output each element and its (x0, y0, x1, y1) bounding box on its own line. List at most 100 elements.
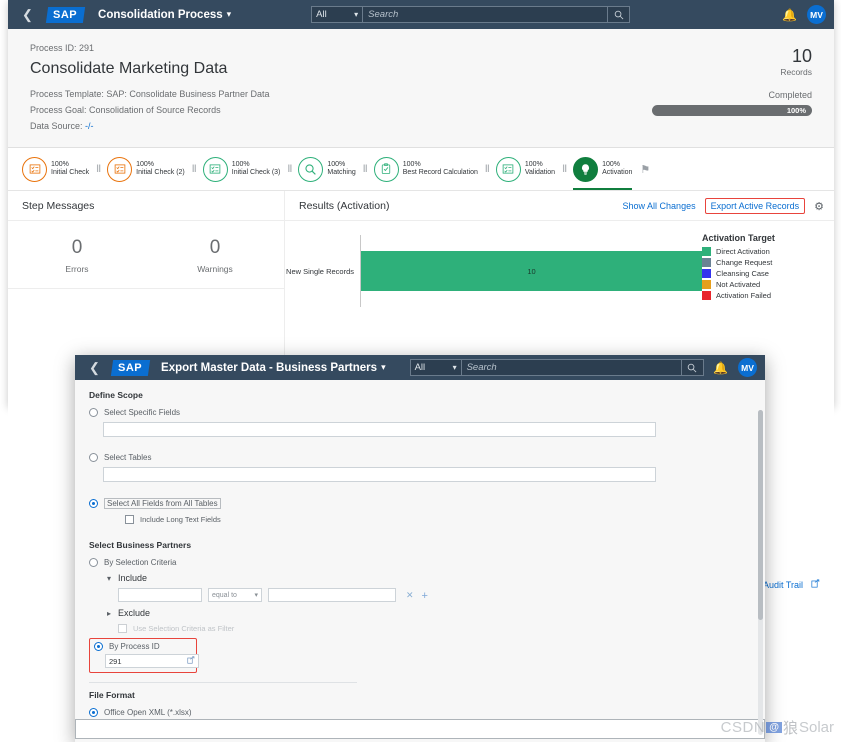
radio-by-process-id[interactable]: By Process ID (94, 642, 191, 651)
kpi-warnings-label: Warnings (197, 264, 233, 274)
legend-label: Cleansing Case (716, 269, 769, 278)
specific-fields-input[interactable] (103, 422, 656, 437)
records-label: Records (780, 67, 812, 77)
radio-select-specific-fields[interactable]: Select Specific Fields (89, 408, 751, 417)
chevron-down-icon: ▾ (354, 10, 359, 19)
bell-icon[interactable]: 🔔 (782, 8, 797, 22)
shellbar-title[interactable]: Consolidation Process ▾ (98, 9, 231, 21)
process-step-matching[interactable]: 100% Matching (298, 148, 356, 190)
legend-item[interactable]: Change Request (702, 258, 814, 267)
legend-title: Activation Target (702, 233, 775, 243)
dialog-shellbar-title[interactable]: Export Master Data - Business Partners ▾ (161, 362, 386, 374)
value-help-icon[interactable] (187, 656, 195, 666)
step-separator: ‖ (96, 163, 101, 175)
process-id-input[interactable]: 291 (105, 654, 199, 668)
select-business-partners-title: Select Business Partners (89, 540, 192, 550)
kpi-warnings[interactable]: 0 Warnings (146, 237, 284, 274)
step-name: Initial Check (2) (136, 169, 185, 176)
export-active-records-button[interactable]: Export Active Records (704, 198, 806, 214)
external-link-icon[interactable] (811, 579, 820, 591)
dialog-search-input[interactable]: Search (461, 359, 682, 376)
step-percent: 100% (602, 160, 620, 168)
shellbar-search: All ▾ Search (311, 6, 631, 23)
step-percent: 100% (327, 160, 346, 168)
legend-item[interactable]: Direct Activation (702, 247, 814, 256)
radio-select-tables[interactable]: Select Tables (89, 453, 751, 462)
checkbox-box (118, 624, 127, 633)
radio-label: By Selection Criteria (104, 558, 177, 567)
step-text: 100% Validation (525, 161, 555, 177)
radio-by-selection-criteria[interactable]: By Selection Criteria (89, 558, 751, 567)
legend-item[interactable]: Cleansing Case (702, 269, 814, 278)
process-step-initial-check-3[interactable]: 100% Initial Check (3) (202, 148, 280, 190)
dialog-search-scope-select[interactable]: All ▾ (409, 359, 462, 376)
criteria-field-input[interactable] (118, 588, 202, 602)
legend-item[interactable]: Not Activated (702, 280, 814, 289)
legend-swatch (702, 291, 711, 300)
show-all-changes-link[interactable]: Show All Changes (623, 201, 696, 211)
checkbox-include-long-text[interactable]: Include Long Text Fields (125, 515, 751, 524)
legend-item[interactable]: Activation Failed (702, 291, 814, 300)
search-icon[interactable] (608, 6, 631, 23)
legend-swatch (702, 247, 711, 256)
sap-logo[interactable]: SAP (110, 359, 151, 376)
shellbar-right: 🔔 MV (782, 5, 826, 24)
legend-swatch (702, 269, 711, 278)
criteria-value-input[interactable] (268, 588, 396, 602)
clipboard-check-icon (373, 156, 399, 182)
process-step-validation[interactable]: 100% Validation (495, 148, 555, 190)
radio-label: Select All Fields from All Tables (104, 498, 221, 509)
include-group-header[interactable]: ▾ Include (107, 573, 751, 583)
results-title: Results (Activation) (299, 200, 390, 212)
checklist-icon (22, 156, 47, 182)
dialog-search: All ▾ Search (409, 359, 704, 376)
process-step-initial-check[interactable]: 100% Initial Check (22, 148, 89, 190)
data-source-value[interactable]: -/- (85, 121, 94, 131)
checkbox-box (125, 515, 134, 524)
watermark-prefix: CSDN (720, 719, 766, 736)
tables-input[interactable] (103, 467, 656, 482)
kpi-errors-label: Errors (65, 264, 89, 274)
checkbox-use-criteria-as-filter: Use Selection Criteria as Filter (118, 624, 751, 633)
plus-icon[interactable]: + (422, 590, 428, 602)
checkbox-label: Include Long Text Fields (140, 515, 221, 524)
sap-logo-text: SAP (117, 361, 143, 374)
dialog-scrollbar-thumb[interactable] (758, 410, 763, 620)
search-input[interactable]: Search (363, 6, 609, 23)
search-scope-select[interactable]: All ▾ (311, 6, 364, 23)
radio-button (89, 408, 98, 417)
sap-logo[interactable]: SAP (45, 6, 86, 23)
back-icon[interactable]: ❮ (83, 360, 106, 376)
avatar[interactable]: MV (738, 358, 757, 377)
progress-bar: 100% (652, 105, 812, 116)
step-percent: 100% (51, 160, 69, 168)
step-percent: 100% (524, 160, 543, 168)
step-text: 100% Best Record Calculation (403, 161, 478, 177)
chart-bar-new-single-records[interactable]: 10 (361, 251, 702, 291)
radio-file-format-xlsx[interactable]: Office Open XML (*.xlsx) (89, 708, 751, 717)
radio-select-all-fields[interactable]: Select All Fields from All Tables (89, 498, 751, 509)
dialog-scrollbar[interactable] (758, 410, 763, 735)
dialog-footer-input[interactable] (75, 719, 765, 739)
kpi-errors[interactable]: 0 Errors (8, 237, 146, 274)
process-step-activation[interactable]: 100% Activation (573, 148, 633, 190)
shellbar-title-text: Consolidation Process (98, 8, 223, 21)
process-step-initial-check-2[interactable]: 100% Initial Check (2) (107, 148, 185, 190)
checklist-icon (495, 156, 521, 182)
gear-icon[interactable]: ⚙ (814, 200, 824, 213)
results-toolbar: Results (Activation) Show All Changes Ex… (285, 191, 834, 221)
include-label: Include (118, 573, 148, 583)
step-name: Best Record Calculation (402, 169, 478, 176)
radio-label: Office Open XML (*.xlsx) (104, 708, 192, 717)
close-icon[interactable]: ✕ (406, 590, 414, 601)
process-step-best-record-calculation[interactable]: 100% Best Record Calculation (373, 148, 478, 190)
radio-button (94, 642, 103, 651)
avatar[interactable]: MV (807, 5, 826, 24)
bell-icon[interactable]: 🔔 (713, 361, 728, 375)
criteria-operator-select[interactable]: equal to ▾ (208, 588, 262, 602)
chart-bar-value: 10 (527, 266, 536, 276)
exclude-group-header[interactable]: ▸ Exclude (107, 608, 751, 618)
radio-label: Select Tables (104, 453, 152, 462)
search-icon[interactable] (681, 359, 704, 376)
back-icon[interactable]: ❮ (16, 7, 39, 23)
